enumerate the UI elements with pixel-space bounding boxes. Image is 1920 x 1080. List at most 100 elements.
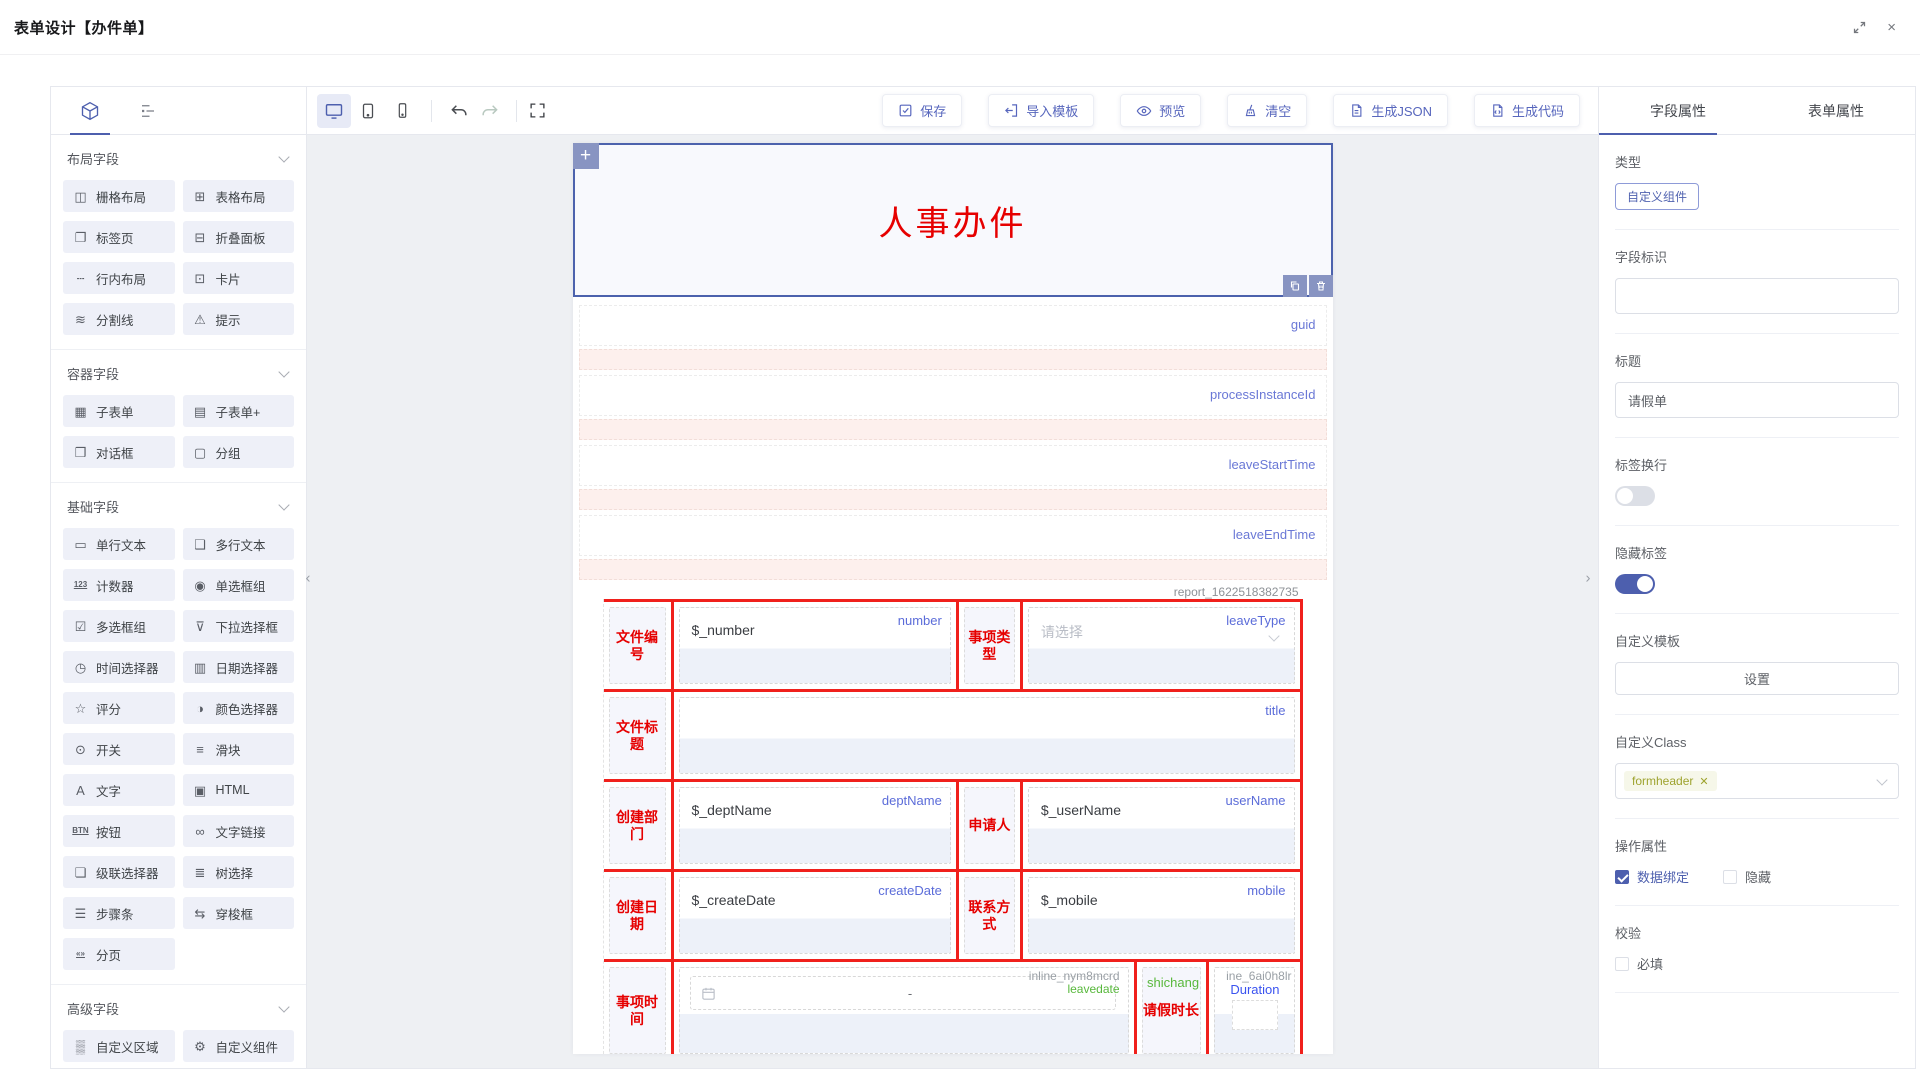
tab-表单属性[interactable]: 表单属性 [1757,87,1915,134]
action-button-save[interactable]: 保存 [882,94,962,127]
hidden-field-strip[interactable] [579,489,1327,510]
checkbox-必填[interactable]: 必填 [1615,954,1663,973]
sidebar-field-item[interactable]: ◷时间选择器 [63,651,175,683]
sidebar-field-item[interactable]: ⚠提示 [183,303,295,335]
sidebar-field-item[interactable]: ◉单选框组 [183,569,295,601]
table-daterange-cell[interactable]: inline_nym8mcrdleavedate- [674,962,1137,1054]
hidden-field-strip[interactable] [579,559,1327,580]
sidebar-field-item[interactable]: ▣HTML [183,774,295,806]
sidebar-field-item[interactable]: A文字 [63,774,175,806]
sidebar-field-item[interactable]: ∞文字链接 [183,815,295,847]
sidebar-tab-components[interactable] [65,87,115,134]
sidebar-field-item[interactable]: ⊽下拉选择框 [183,610,295,642]
sidebar-field-item[interactable]: ⊡卡片 [183,262,295,294]
label-wrap-toggle[interactable] [1615,486,1655,506]
template-settings-button[interactable]: 设置 [1615,662,1899,695]
hidden-field-row[interactable]: leaveEndTime [579,515,1327,556]
sidebar-field-item[interactable]: ▢分组 [183,436,295,468]
sidebar-field-item[interactable]: ❑多行文本 [183,528,295,560]
sidebar-field-item[interactable]: ▤子表单+ [183,395,295,427]
chevron-down-icon[interactable] [278,499,289,510]
sidebar-field-item[interactable]: 123计数器 [63,569,175,601]
drag-move-icon[interactable]: + [573,143,599,169]
table-input-cell[interactable]: $_createDatecreateDate [674,872,959,959]
hidden-field-row[interactable]: guid [579,305,1327,346]
hidden-field-strip[interactable] [579,419,1327,440]
action-button-clear[interactable]: 清空 [1227,94,1307,127]
undo-icon[interactable] [444,96,474,126]
form-table-component[interactable]: 文件编号$_numbernumber事项类型请选择leaveType 文件标题ti… [603,599,1303,1054]
hidden-field-strip[interactable] [579,349,1327,370]
device-tablet-icon[interactable] [351,94,385,128]
device-mobile-icon[interactable] [385,94,419,128]
sidebar-field-item[interactable]: ┄行内布局 [63,262,175,294]
sidebar-field-item[interactable]: ≣树选择 [183,856,295,888]
sidebar-field-item[interactable]: ❒对话框 [63,436,175,468]
checkbox-数据绑定[interactable]: 数据绑定 [1615,867,1689,886]
chevron-down-icon[interactable] [278,366,289,377]
delete-component-icon[interactable] [1309,275,1333,297]
sidebar-field-item[interactable]: ▥日期选择器 [183,651,295,683]
remove-tag-icon[interactable]: ✕ [1699,775,1708,788]
form-header-component-selected[interactable]: + 人事办件 [573,143,1333,297]
title-input[interactable] [1615,382,1899,418]
sidebar-field-item[interactable]: ⊞表格布局 [183,180,295,212]
checkbox-隐藏[interactable]: 隐藏 [1723,867,1771,886]
sidebar-field-item[interactable]: ⚙自定义组件 [183,1030,295,1062]
restore-window-icon[interactable] [1852,20,1867,35]
sidebar-field-item[interactable]: ▦子表单 [63,395,175,427]
sidebar-field-item[interactable]: ☆评分 [63,692,175,724]
design-canvas[interactable]: + 人事办件 guid processInstanceId leaveStartTi… [307,135,1598,1068]
sidebar-field-item[interactable]: ▒自定义区域 [63,1030,175,1062]
table-label-cell[interactable]: 联系方式 [959,872,1023,959]
action-button-preview[interactable]: 预览 [1120,94,1201,127]
table-duration-cell[interactable]: ine_6ai0h8lrDuration [1209,962,1303,1054]
sidebar-field-item[interactable]: ≡滑块 [183,733,295,765]
sidebar-field-item[interactable]: ⊙开关 [63,733,175,765]
sidebar-field-item[interactable]: ❏级联选择器 [63,856,175,888]
chevron-down-icon[interactable] [278,151,289,162]
sidebar-tab-outline[interactable] [123,87,173,134]
custom-class-select[interactable]: formheader ✕ [1615,763,1899,799]
table-label-cell[interactable]: 创建部门 [604,782,674,869]
sidebar-field-item[interactable]: ⊟折叠面板 [183,221,295,253]
action-button-generate-json[interactable]: 生成JSON [1333,94,1448,127]
duration-input[interactable] [1232,1000,1278,1030]
fullscreen-icon[interactable] [529,102,546,119]
table-input-cell[interactable]: title [674,692,1303,779]
table-select-cell[interactable]: 请选择leaveType [1023,602,1303,689]
sidebar-field-item[interactable]: ☑多选框组 [63,610,175,642]
table-label-cell[interactable]: 创建日期 [604,872,674,959]
table-input-cell[interactable]: $_mobilemobile [1023,872,1303,959]
table-label-cell[interactable]: 事项时间 [604,962,674,1054]
action-button-generate-code[interactable]: 生成代码 [1474,94,1580,127]
field-id-input[interactable] [1615,278,1899,314]
properties-collapse-handle[interactable]: › [1581,569,1595,586]
sidebar-field-item[interactable]: ◫栅格布局 [63,180,175,212]
table-input-cell[interactable]: $_deptNamedeptName [674,782,959,869]
sidebar-field-item[interactable]: «»分页 [63,938,175,970]
hide-label-toggle[interactable] [1615,574,1655,594]
sidebar-field-item[interactable]: ≋分割线 [63,303,175,335]
copy-component-icon[interactable] [1283,275,1307,297]
table-label-cell[interactable]: 文件编号 [604,602,674,689]
close-icon[interactable]: × [1887,19,1896,36]
sidebar-field-item[interactable]: ⇆穿梭框 [183,897,295,929]
table-label-cell[interactable]: 请假时长shichang [1137,962,1209,1054]
sidebar-field-item[interactable]: ❐标签页 [63,221,175,253]
device-desktop-icon[interactable] [317,94,351,128]
hidden-field-row[interactable]: processInstanceId [579,375,1327,416]
table-input-cell[interactable]: $_userNameuserName [1023,782,1303,869]
sidebar-collapse-handle[interactable]: ‹ [301,569,315,586]
table-label-cell[interactable]: 事项类型 [959,602,1023,689]
sidebar-field-item[interactable]: BTN按钮 [63,815,175,847]
action-button-import-template[interactable]: 导入模板 [988,94,1094,127]
chevron-down-icon[interactable] [278,1001,289,1012]
table-label-cell[interactable]: 文件标题 [604,692,674,779]
table-input-cell[interactable]: $_numbernumber [674,602,959,689]
hidden-field-row[interactable]: leaveStartTime [579,445,1327,486]
sidebar-field-item[interactable]: ◑颜色选择器 [183,692,295,724]
sidebar-field-item[interactable]: ☰步骤条 [63,897,175,929]
tab-字段属性[interactable]: 字段属性 [1599,87,1757,134]
table-label-cell[interactable]: 申请人 [959,782,1023,869]
